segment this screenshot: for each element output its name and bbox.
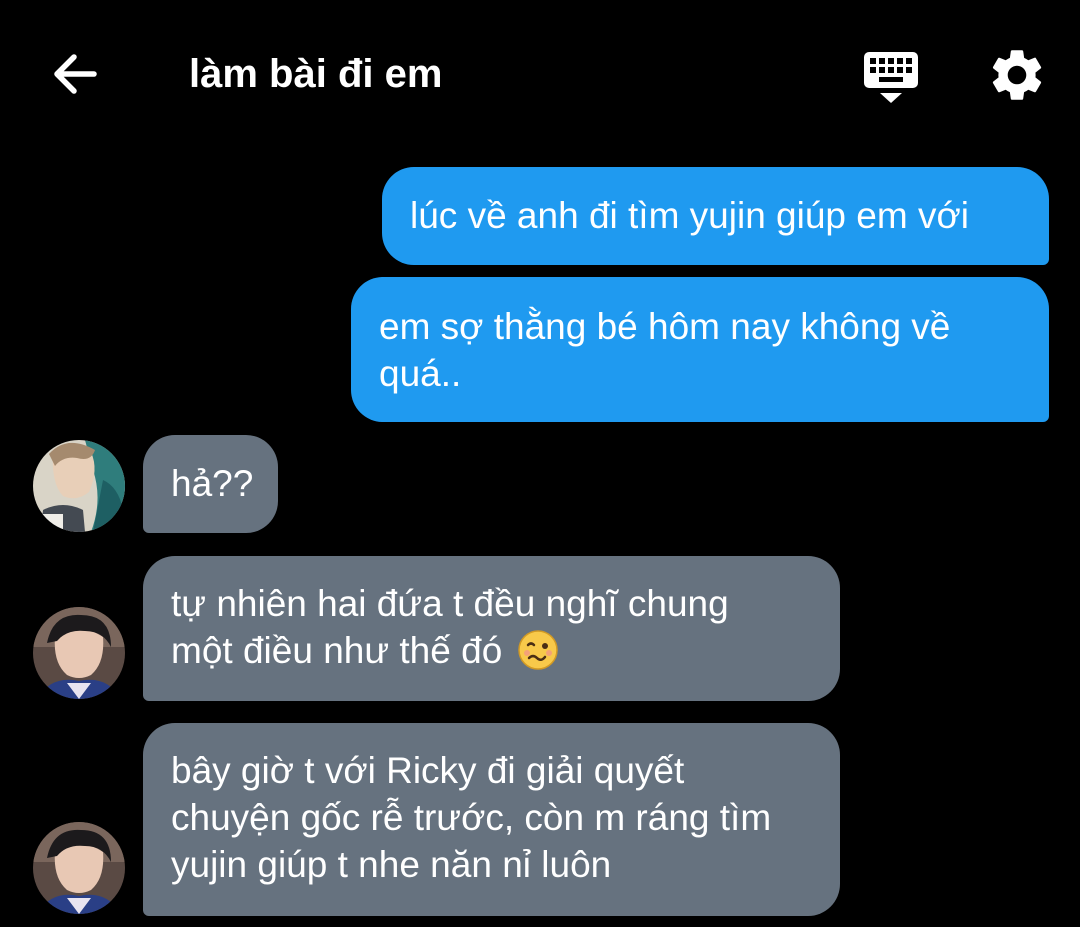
message-text: hả?? [171,463,254,504]
message-text: quá.. [379,353,462,394]
incoming-message[interactable]: hả?? [143,435,278,533]
avatar-photo [33,440,125,532]
outgoing-message[interactable]: em sợ thằng bé hôm nay không về quá.. [351,277,1049,422]
settings-button[interactable] [986,44,1048,106]
message-text: một điều như thế đó [171,630,503,671]
message-text: em sợ thằng bé hôm nay không về [379,306,951,347]
incoming-message[interactable]: tự nhiên hai đứa t đều nghĩ chung một đi… [143,556,840,701]
avatar[interactable] [33,822,125,914]
keyboard-hide-icon [864,52,918,103]
incoming-message[interactable]: bây giờ t với Ricky đi giải quyết chuyện… [143,723,840,916]
chat-header: làm bài đi em [0,0,1080,150]
chat-title: làm bài đi em [189,52,443,96]
message-line: một điều như thế đó [171,627,812,674]
avatar-photo [33,822,125,914]
back-button[interactable] [44,44,104,104]
woozy-face-icon [517,630,558,670]
outgoing-message[interactable]: lúc về anh đi tìm yujin giúp em với [382,167,1049,265]
keyboard-toggle-button[interactable] [860,48,922,106]
message-text: bây giờ t với Ricky đi giải quyết [171,750,685,791]
message-text: tự nhiên hai đứa t đều nghĩ chung [171,583,729,624]
gear-icon [992,50,1042,100]
message-text: lúc về anh đi tìm yujin giúp em với [410,195,969,236]
message-text: yujin giúp t nhe năn nỉ luôn [171,844,612,885]
avatar[interactable] [33,440,125,532]
arrow-left-icon [54,54,97,94]
avatar-photo [33,607,125,699]
message-text: chuyện gốc rễ trước, còn m ráng tìm [171,797,772,838]
avatar[interactable] [33,607,125,699]
